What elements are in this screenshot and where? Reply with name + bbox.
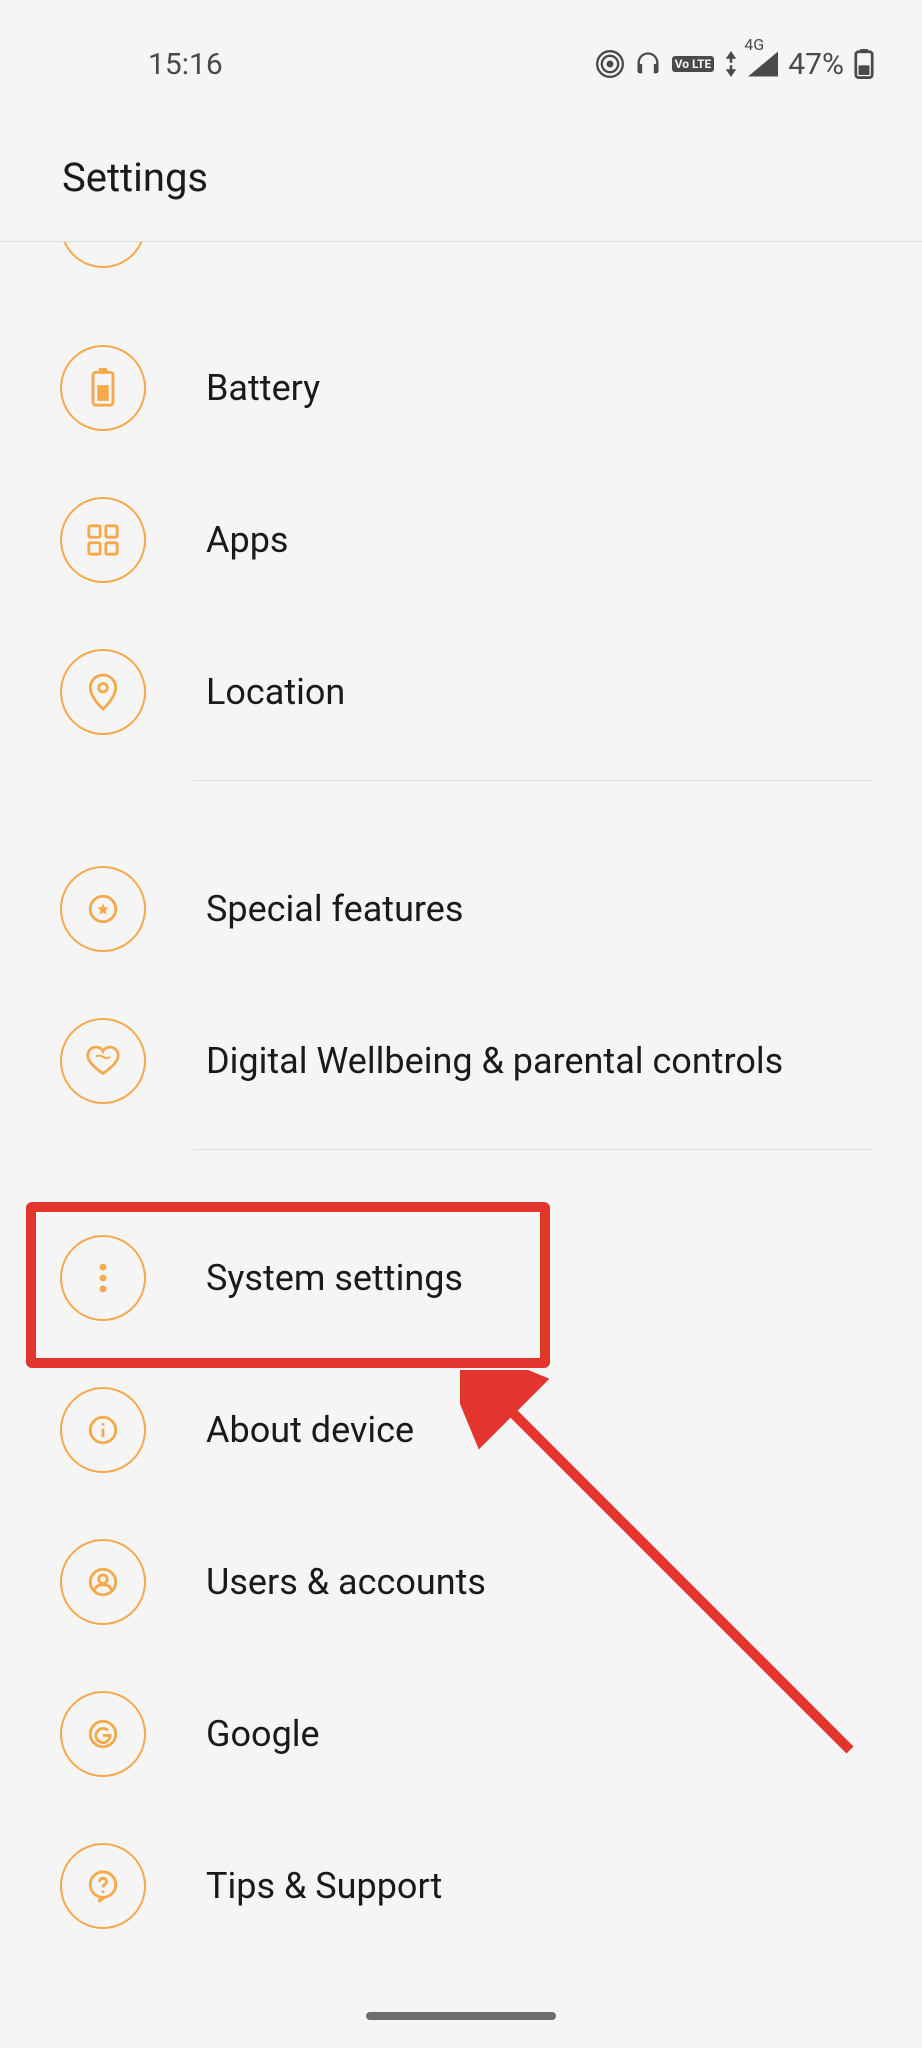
list-item-partial[interactable] [0, 242, 922, 312]
list-item-apps[interactable]: Apps [0, 464, 922, 616]
users-accounts-icon [60, 1539, 146, 1625]
list-item-label: Users & accounts [206, 1561, 486, 1603]
list-item-label: Apps [206, 519, 289, 561]
headphones-icon [634, 50, 662, 78]
battery-settings-icon [60, 345, 146, 431]
list-item-location[interactable]: Location [0, 616, 922, 768]
partial-icon [60, 242, 146, 268]
about-device-icon [60, 1387, 146, 1473]
tips-support-icon [60, 1843, 146, 1929]
list-item-label: Special features [206, 888, 463, 930]
page-title: Settings [62, 154, 860, 201]
system-settings-icon [60, 1235, 146, 1321]
page-header: Settings [0, 94, 922, 241]
battery-icon [854, 49, 874, 79]
google-icon [60, 1691, 146, 1777]
list-item-label: Location [206, 671, 345, 713]
hotspot-icon [596, 50, 624, 78]
location-icon [60, 649, 146, 735]
signal-label: 4G [744, 35, 764, 54]
wellbeing-icon [60, 1018, 146, 1104]
signal-icon: 4G [748, 51, 778, 77]
list-item-label: Google [206, 1713, 320, 1755]
list-item-battery[interactable]: Battery [0, 312, 922, 464]
battery-percent: 47% [788, 47, 844, 82]
apps-icon [60, 497, 146, 583]
list-item-about-device[interactable]: About device [0, 1354, 922, 1506]
list-item-digital-wellbeing[interactable]: Digital Wellbeing & parental controls [0, 985, 922, 1137]
list-item-system-settings[interactable]: System settings [0, 1202, 922, 1354]
status-time: 15:16 [148, 47, 223, 82]
list-item-tips-support[interactable]: Tips & Support [0, 1810, 922, 1962]
volte-icon: Vo LTE [672, 56, 715, 72]
list-item-label: System settings [206, 1257, 463, 1299]
special-features-icon [60, 866, 146, 952]
section-divider [194, 1149, 874, 1150]
list-item-label: Tips & Support [206, 1865, 442, 1907]
data-arrows-icon [724, 51, 738, 77]
list-item-label: Digital Wellbeing & parental controls [206, 1040, 783, 1082]
nav-gesture-pill[interactable] [366, 2012, 556, 2020]
list-item-google[interactable]: Google [0, 1658, 922, 1810]
volte-label: Vo LTE [675, 58, 712, 70]
settings-list: Battery Apps Location [0, 242, 922, 1962]
list-item-special-features[interactable]: Special features [0, 833, 922, 985]
list-item-label: Battery [206, 367, 320, 409]
section-divider [194, 780, 874, 781]
list-item-label: About device [206, 1409, 414, 1451]
list-item-users-accounts[interactable]: Users & accounts [0, 1506, 922, 1658]
status-bar: 15:16 Vo LTE 4G [0, 0, 922, 94]
